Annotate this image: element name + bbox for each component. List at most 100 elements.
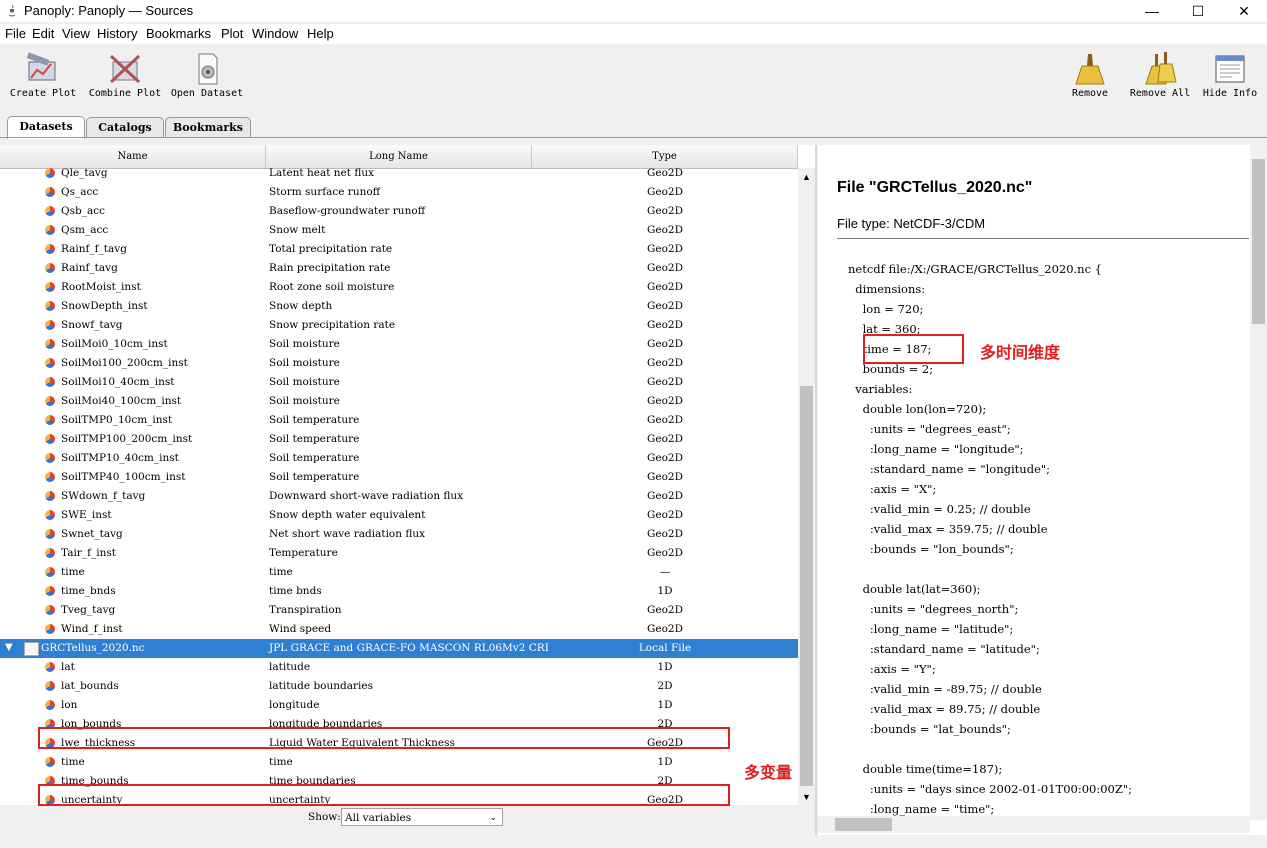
- table-row[interactable]: SoilMoi10_40cm_inst Soil moisture Geo2D: [0, 373, 798, 392]
- row-long-name: Rain precipitation rate: [269, 262, 391, 274]
- table-row[interactable]: time time —: [0, 563, 798, 582]
- menu-view[interactable]: View: [62, 26, 90, 41]
- row-name: Tair_f_inst: [61, 547, 116, 559]
- variable-icon: [45, 415, 55, 425]
- table-row[interactable]: Qsb_acc Baseflow-groundwater runoff Geo2D: [0, 202, 798, 221]
- split-pane-divider[interactable]: [815, 145, 817, 835]
- row-type: Geo2D: [646, 509, 684, 521]
- table-row[interactable]: lon longitude 1D: [0, 696, 798, 715]
- table-row[interactable]: SoilTMP100_200cm_inst Soil temperature Geo…: [0, 430, 798, 449]
- close-button[interactable]: ✕: [1221, 0, 1267, 22]
- combine-plot-button[interactable]: Combine Plot: [88, 52, 162, 99]
- row-type: Geo2D: [646, 224, 684, 236]
- row-long-name: Total precipitation rate: [269, 243, 393, 255]
- tab-bookmarks[interactable]: Bookmarks: [165, 117, 251, 138]
- row-name: SoilTMP0_10cm_inst: [61, 414, 173, 426]
- table-row[interactable]: Tveg_tavg Transpiration Geo2D: [0, 601, 798, 620]
- table-row[interactable]: SoilMoi100_200cm_inst Soil moisture Geo2D: [0, 354, 798, 373]
- tab-divider: [0, 137, 1267, 138]
- menu-plot[interactable]: Plot: [221, 26, 243, 41]
- row-name: SoilMoi100_200cm_inst: [61, 357, 188, 369]
- menu-help[interactable]: Help: [307, 26, 334, 41]
- row-name: Wind_f_inst: [61, 623, 123, 635]
- table-row[interactable]: Tair_f_inst Temperature Geo2D: [0, 544, 798, 563]
- variable-icon: [45, 168, 55, 178]
- dataset-row[interactable]: ▼ GRCTellus_2020.nc JPL GRACE and GRACE-FO…: [0, 639, 798, 658]
- row-long-name: Storm surface runoff: [269, 186, 381, 198]
- chevron-down-icon: ⌄: [489, 813, 497, 823]
- menu-edit[interactable]: Edit: [32, 26, 54, 41]
- row-long-name: JPL GRACE and GRACE-FO MASCON RL06Mv2 CR…: [269, 642, 549, 654]
- row-long-name: Wind speed: [269, 623, 332, 635]
- table-row[interactable]: Snowf_tavg Snow precipitation rate Geo2D: [0, 316, 798, 335]
- table-row[interactable]: Swnet_tavg Net short wave radiation flux G…: [0, 525, 798, 544]
- remove-all-button[interactable]: Remove All: [1128, 52, 1192, 99]
- table-row[interactable]: SoilTMP0_10cm_inst Soil temperature Geo2D: [0, 411, 798, 430]
- table-row[interactable]: Wind_f_inst Wind speed Geo2D: [0, 620, 798, 639]
- table-row[interactable]: SoilTMP40_100cm_inst Soil temperature Geo2…: [0, 468, 798, 487]
- row-name: SoilMoi10_40cm_inst: [61, 376, 175, 388]
- table-row[interactable]: Qsm_acc Snow melt Geo2D: [0, 221, 798, 240]
- row-name: lat_bounds: [61, 680, 119, 692]
- open-dataset-button[interactable]: Open Dataset: [170, 52, 244, 99]
- scroll-up-arrow-icon[interactable]: ▲: [798, 172, 815, 182]
- row-long-name: Latent heat net flux: [269, 168, 374, 179]
- table-row[interactable]: lat_bounds latitude boundaries 2D: [0, 677, 798, 696]
- row-name: Qsm_acc: [61, 224, 109, 236]
- create-plot-button[interactable]: Create Plot: [8, 52, 78, 99]
- row-type: 1D: [657, 756, 673, 768]
- variable-icon: [45, 339, 55, 349]
- table-row[interactable]: SWdown_f_tavg Downward short-wave radiati…: [0, 487, 798, 506]
- row-long-name: Snow precipitation rate: [269, 319, 396, 331]
- table-row[interactable]: Rainf_f_tavg Total precipitation rate Geo2…: [0, 240, 798, 259]
- tab-catalogs[interactable]: Catalogs: [86, 117, 164, 138]
- remove-button[interactable]: Remove: [1066, 52, 1114, 99]
- row-type: Geo2D: [646, 338, 684, 350]
- row-long-name: Temperature: [269, 547, 338, 559]
- row-long-name: Soil moisture: [269, 338, 340, 350]
- table-row[interactable]: Rainf_tavg Rain precipitation rate Geo2D: [0, 259, 798, 278]
- menu-bookmarks[interactable]: Bookmarks: [146, 26, 211, 41]
- tab-datasets[interactable]: Datasets: [7, 116, 85, 139]
- annotation-multi-variable: 多变量: [744, 765, 793, 782]
- table-row[interactable]: time_bnds time bnds 1D: [0, 582, 798, 601]
- info-horizontal-scrollbar[interactable]: [818, 816, 1250, 833]
- table-row[interactable]: SnowDepth_inst Snow depth Geo2D: [0, 297, 798, 316]
- menu-file[interactable]: File: [5, 26, 26, 41]
- table-row[interactable]: lat latitude 1D: [0, 658, 798, 677]
- scrollbar-thumb[interactable]: [800, 386, 813, 786]
- maximize-button[interactable]: ☐: [1175, 0, 1221, 22]
- metadata-text-area[interactable]: netcdf file:/X:/GRACE/GRCTellus_2020.nc …: [837, 238, 1249, 829]
- column-header-long-name[interactable]: Long Name: [266, 145, 532, 168]
- table-row[interactable]: Qle_tavg Latent heat net flux Geo2D: [0, 168, 798, 183]
- column-header-name[interactable]: Name: [0, 145, 266, 168]
- menu-window[interactable]: Window: [252, 26, 298, 41]
- table-scrollbar[interactable]: ▲ ▼: [798, 168, 815, 805]
- table-row[interactable]: SoilMoi40_100cm_inst Soil moisture Geo2D: [0, 392, 798, 411]
- hide-info-button[interactable]: Hide Info: [1200, 52, 1260, 99]
- show-select[interactable]: All variables ⌄: [341, 808, 503, 826]
- table-row[interactable]: SoilMoi0_10cm_inst Soil moisture Geo2D: [0, 335, 798, 354]
- table-row[interactable]: SWE_inst Snow depth water equivalent Geo2D: [0, 506, 798, 525]
- row-type: Geo2D: [646, 604, 684, 616]
- row-name: Qsb_acc: [61, 205, 105, 217]
- column-header-type[interactable]: Type: [532, 145, 798, 168]
- scrollbar-thumb[interactable]: [835, 818, 892, 831]
- scroll-down-arrow-icon[interactable]: ▼: [798, 792, 815, 802]
- table-row[interactable]: RootMoist_inst Root zone soil moisture Geo…: [0, 278, 798, 297]
- create-plot-label: Create Plot: [9, 88, 77, 99]
- row-type: Geo2D: [646, 186, 684, 198]
- table-row[interactable]: SoilTMP10_40cm_inst Soil temperature Geo2D: [0, 449, 798, 468]
- menu-history[interactable]: History: [97, 26, 137, 41]
- row-long-name: Soil temperature: [269, 452, 360, 464]
- scrollbar-thumb[interactable]: [1252, 159, 1265, 324]
- variable-icon: [45, 510, 55, 520]
- collapse-triangle-icon[interactable]: ▼: [5, 642, 13, 653]
- table-row[interactable]: time time 1D: [0, 753, 798, 772]
- minimize-button[interactable]: —: [1129, 0, 1175, 22]
- info-vertical-scrollbar[interactable]: [1250, 145, 1267, 820]
- file-type: File type: NetCDF-3/CDM: [837, 216, 986, 231]
- table-row[interactable]: Qs_acc Storm surface runoff Geo2D: [0, 183, 798, 202]
- row-name: time_bnds: [61, 585, 116, 597]
- row-type: —: [659, 566, 671, 578]
